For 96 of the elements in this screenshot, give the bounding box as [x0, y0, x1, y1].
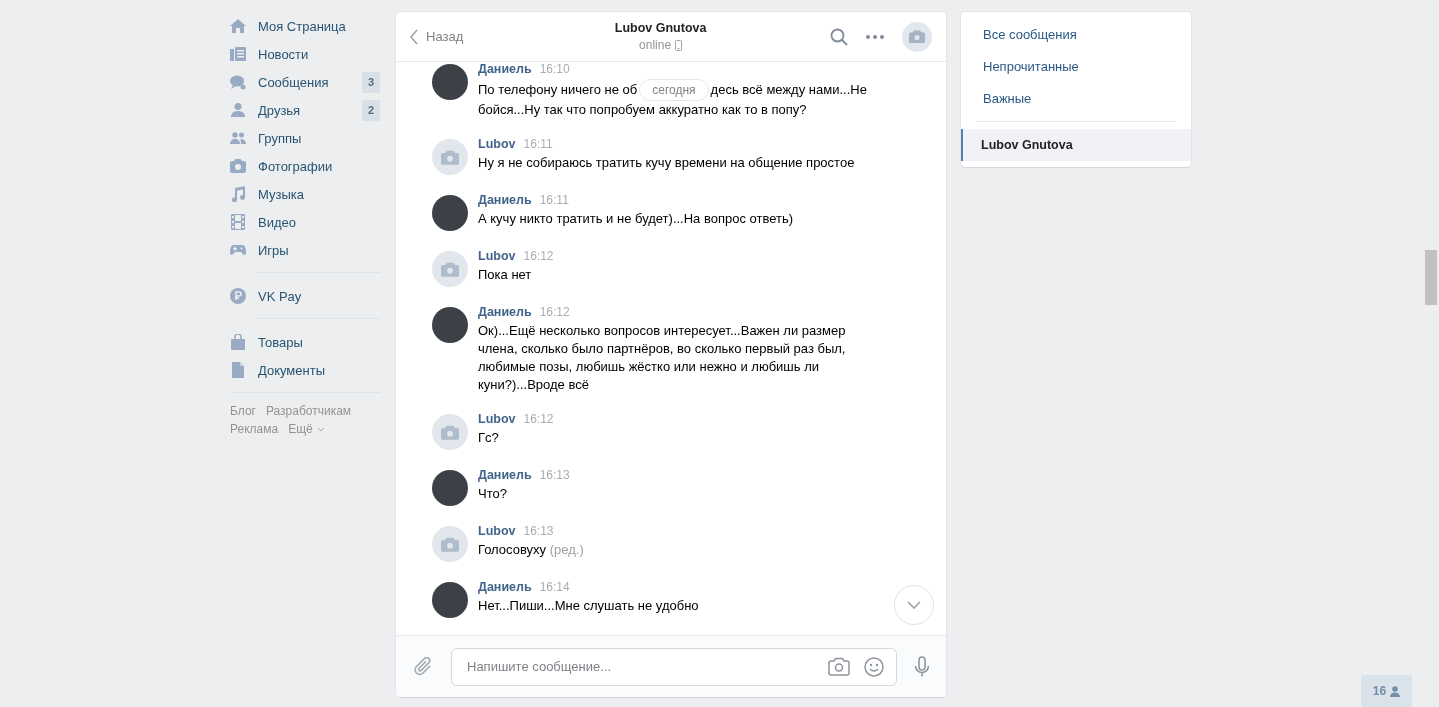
- contact-name: Lubov Gnutova: [614, 21, 707, 35]
- back-button[interactable]: Назад: [410, 28, 464, 45]
- message-time: 16:11: [523, 137, 553, 151]
- sender-name[interactable]: Lubov: [478, 249, 516, 263]
- sender-name[interactable]: Даниель: [478, 468, 532, 482]
- camera-button[interactable]: [828, 657, 850, 676]
- counter-badge: 2: [362, 99, 380, 121]
- message-text: бойся...Ну так что попробуем аккуратно как то в попу?: [478, 101, 808, 119]
- message-time: 16:13: [523, 524, 554, 538]
- sender-name[interactable]: Lubov: [478, 412, 516, 426]
- camera-icon: [828, 657, 850, 676]
- message-time: 16:14: [539, 580, 570, 594]
- photo-placeholder: [432, 64, 468, 100]
- microphone-button[interactable]: [914, 655, 930, 678]
- nav-item[interactable]: VK Pay: [230, 282, 380, 310]
- contact-avatar[interactable]: [902, 21, 932, 52]
- online-status: online: [639, 38, 672, 52]
- message-time: 16:10: [539, 62, 570, 76]
- date-divider: сегодня: [639, 79, 709, 101]
- camera-icon: [441, 424, 459, 440]
- message-time: 16:13: [539, 468, 570, 482]
- camera-icon: [441, 536, 459, 552]
- message-text: А кучу никто тратить и не будет)...На вопрос ответь): [478, 211, 794, 226]
- message-text: Ок)...Ещё несколько вопросов интересует...Важен ли размер члена, сколько было партнёров, во сколько первый раз был, любимые позы, любишь жёстко или нежно и любишь ли куни?)...Вроде всё: [478, 323, 846, 392]
- film-icon: [230, 214, 246, 230]
- house-icon: [230, 18, 246, 34]
- emoji-button[interactable]: [864, 656, 884, 677]
- chat-bubbles-icon: [230, 74, 246, 90]
- nav-item[interactable]: Сообщения: [230, 68, 362, 96]
- nav-item[interactable]: Фотографии: [230, 152, 380, 180]
- scroll-down-button[interactable]: [894, 585, 934, 625]
- chevron-down-icon: [316, 426, 325, 432]
- message-time: 16:11: [539, 193, 569, 207]
- gamepad-icon: [230, 242, 246, 258]
- more-button[interactable]: [866, 34, 884, 39]
- message-text: Гс?: [478, 430, 499, 445]
- conversation-tab[interactable]: Lubov Gnutova: [961, 129, 1191, 161]
- scrollbar-thumb[interactable]: [1425, 250, 1437, 305]
- document-icon: [230, 362, 246, 378]
- counter-badge: 3: [362, 71, 380, 93]
- nav-item[interactable]: Новости: [230, 40, 380, 68]
- nav-item[interactable]: Друзья: [230, 96, 362, 124]
- message-box[interactable]: Напишите сообщение...: [451, 647, 897, 686]
- search-button[interactable]: [830, 27, 848, 46]
- photo-placeholder: [432, 582, 468, 618]
- shopping-bag-icon: [230, 334, 246, 350]
- sender-name[interactable]: Даниель: [478, 580, 532, 594]
- message-text: десь всё между нами...Не: [710, 81, 867, 99]
- photo-placeholder: [432, 307, 468, 343]
- filter-tab[interactable]: Все сообщения: [961, 18, 1191, 50]
- camera-icon: [230, 158, 246, 174]
- filter-tab[interactable]: Важные: [961, 82, 1191, 114]
- camera-icon: [441, 261, 459, 277]
- sender-name[interactable]: Даниель: [478, 62, 532, 76]
- message-text: Голосовуху: [478, 542, 547, 557]
- message-text: Ну я не собираюсь тратить кучу времени на общение простое: [478, 155, 855, 170]
- phone-icon: [675, 39, 683, 51]
- chevron-left-icon: [410, 28, 418, 45]
- nav-item[interactable]: Моя Страница: [230, 12, 380, 40]
- microphone-icon: [914, 655, 930, 678]
- camera-icon: [441, 149, 459, 165]
- filter-tab[interactable]: Непрочитанные: [961, 50, 1191, 82]
- message-text: По телефону ничего не об: [478, 81, 638, 99]
- chevron-down-icon: [907, 601, 921, 609]
- attach-button[interactable]: [414, 656, 434, 677]
- nav-item[interactable]: Музыка: [230, 180, 380, 208]
- sender-name[interactable]: Lubov: [478, 137, 516, 151]
- nav-item[interactable]: Группы: [230, 124, 380, 152]
- message-time: 16:12: [523, 249, 554, 263]
- person-icon: [1390, 685, 1401, 697]
- person-icon: [230, 102, 246, 118]
- nav-item[interactable]: Товары: [230, 328, 380, 356]
- ruble-coin-icon: [230, 288, 246, 304]
- more-icon: [866, 34, 884, 39]
- photo-placeholder: [432, 195, 468, 231]
- music-note-icon: [230, 186, 246, 202]
- nav-item[interactable]: Игры: [230, 236, 380, 264]
- sender-name[interactable]: Даниель: [478, 193, 532, 207]
- message-text: Что?: [478, 486, 507, 501]
- sender-name[interactable]: Lubov: [478, 524, 516, 538]
- search-icon: [830, 27, 848, 46]
- sender-name[interactable]: Даниель: [478, 305, 532, 319]
- smiley-icon: [864, 656, 884, 677]
- message-text: Пока нет: [478, 267, 532, 282]
- message-time: 16:12: [523, 412, 554, 426]
- photo-placeholder: [432, 470, 468, 506]
- message-text: Нет...Пиши...Мне слушать не удобно: [478, 598, 699, 613]
- nav-item[interactable]: Документы: [230, 356, 380, 384]
- message-time: 16:12: [539, 305, 570, 319]
- newspaper-icon: [230, 46, 246, 62]
- paperclip-icon: [414, 656, 434, 677]
- camera-icon: [909, 30, 925, 43]
- message-input[interactable]: Напишите сообщение...: [465, 658, 814, 675]
- people-icon: [230, 130, 246, 146]
- nav-item[interactable]: Видео: [230, 208, 380, 236]
- edited-label: (ред.): [549, 542, 584, 557]
